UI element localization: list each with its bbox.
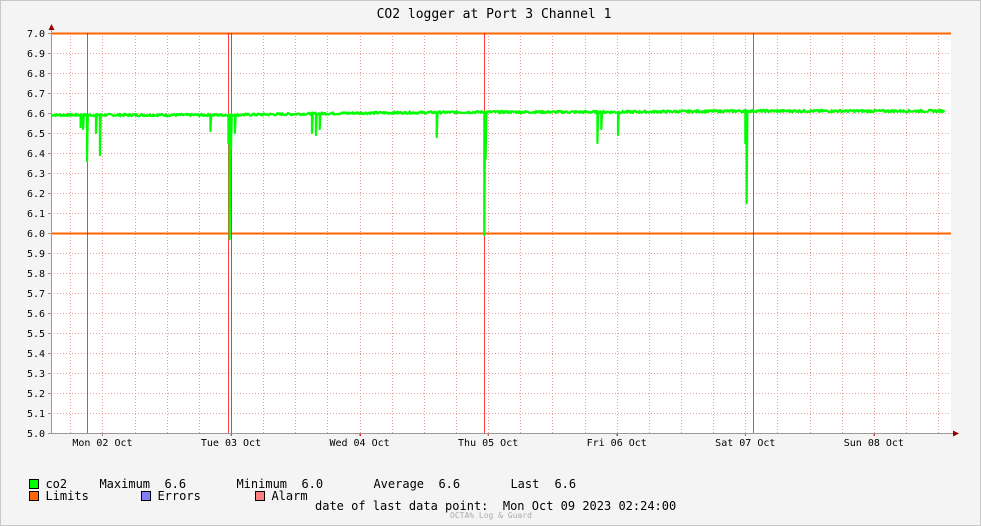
y-tick-label: 7.0 [27, 29, 45, 40]
legend-errors-label: Errors [157, 489, 201, 503]
y-tick-label: 5.0 [27, 429, 45, 440]
y-tick-label: 6.9 [27, 49, 45, 60]
y-tick-label: 5.8 [27, 269, 45, 280]
y-tick-label: 6.3 [27, 169, 45, 180]
y-tick-label: 5.1 [27, 409, 45, 420]
x-tick-label: Thu 05 Oct [458, 438, 518, 449]
x-tick-label: Mon 02 Oct [72, 438, 132, 449]
y-tick-label: 6.8 [27, 69, 45, 80]
legend-min-value: 6.0 [301, 477, 324, 491]
y-tick-label: 6.0 [27, 229, 45, 240]
y-tick-label: 5.3 [27, 369, 45, 380]
legend-avg-label: Average [373, 477, 425, 491]
y-axis-ticks: 5.0 5.1 5.2 5.3 5.4 5.5 5.6 5.7 5.8 5.9 6.0 6.1 6.2 6… [27, 29, 51, 440]
y-tick-label: 6.1 [27, 209, 45, 220]
alarm-swatch [255, 491, 266, 501]
x-tick-label: Wed 04 Oct [329, 438, 389, 449]
chart-svg: CO2 logger at Port 3 Channel 1 5.0 5.1 5.2… [27, 7, 959, 449]
y-tick-label: 6.5 [27, 129, 45, 140]
y-tick-label: 6.6 [27, 109, 45, 120]
x-tick-label: Sat 07 Oct [715, 438, 775, 449]
y-tick-label: 5.7 [27, 289, 45, 300]
x-tick-label: Fri 06 Oct [587, 438, 647, 449]
y-tick-label: 6.7 [27, 89, 45, 100]
watermark-text: OCTA% Log & Guard [450, 511, 532, 520]
y-tick-label: 5.6 [27, 309, 45, 320]
y-tick-label: 6.4 [27, 149, 45, 160]
limits-swatch [29, 491, 40, 501]
y-tick-label: 6.2 [27, 189, 45, 200]
y-tick-label: 5.9 [27, 249, 45, 260]
legend-row-status: Limits Errors Alarm [15, 475, 308, 503]
legend-last-label: Last [510, 477, 540, 491]
x-tick-label: Tue 03 Oct [201, 438, 261, 449]
x-axis-arrow [953, 430, 959, 437]
x-axis-ticks: Mon 02 Oct Tue 03 Oct Wed 04 Oct Thu 05 Oct… [72, 433, 904, 449]
y-tick-label: 5.4 [27, 349, 45, 360]
legend-alarm-label: Alarm [271, 489, 308, 503]
errors-swatch [141, 491, 152, 501]
legend-limits-label: Limits [45, 489, 89, 503]
chart-title: CO2 logger at Port 3 Channel 1 [377, 7, 612, 22]
y-tick-label: 5.5 [27, 329, 45, 340]
legend-last-value: 6.6 [554, 477, 577, 491]
x-tick-label: Sun 08 Oct [844, 438, 904, 449]
legend-avg-value: 6.6 [438, 477, 461, 491]
y-axis-arrow [48, 24, 55, 30]
y-tick-label: 5.2 [27, 389, 45, 400]
